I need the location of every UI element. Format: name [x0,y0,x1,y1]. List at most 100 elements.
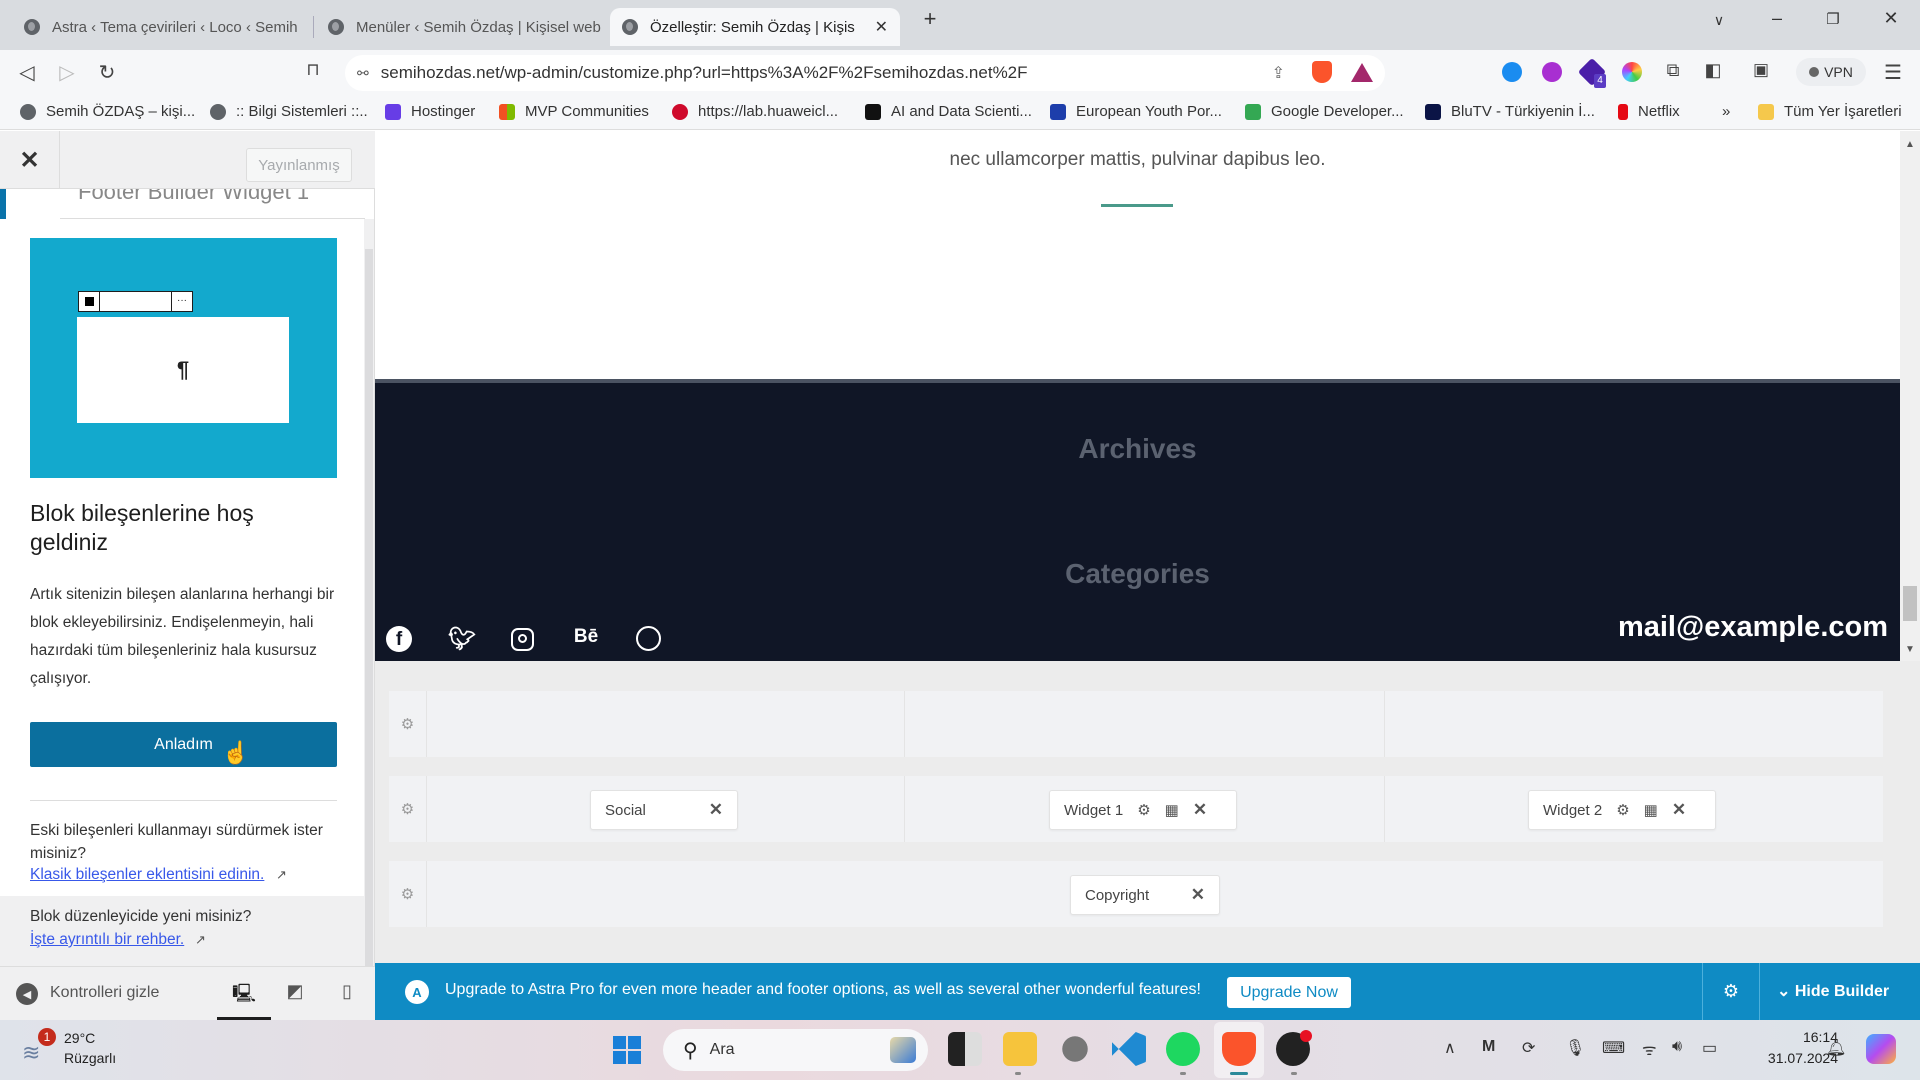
weather-temperature[interactable]: 29°C [64,1030,95,1046]
bookmarks-overflow-button[interactable]: » [1722,103,1730,120]
scrollbar-thumb[interactable] [365,249,373,989]
back-button[interactable]: ◁ [14,60,40,85]
keyboard-icon[interactable]: ⌨ [1602,1038,1625,1058]
browser-tab[interactable]: Astra ‹ Tema çevirileri ‹ Loco ‹ Semih [12,8,312,46]
classic-widgets-link[interactable]: Klasik bileşenler eklentisini edinin. [30,866,264,884]
upgrade-now-button[interactable]: Upgrade Now [1227,977,1351,1008]
facebook-icon[interactable]: f [386,626,412,652]
reload-button[interactable]: ↻ [94,60,120,85]
row-settings-gear-icon[interactable]: ⚙ [389,861,427,927]
builder-item-widget-2[interactable]: Widget 2 ⚙ ▦ ✕ [1528,790,1716,830]
browser-tab[interactable]: Menüler ‹ Semih Özdaş | Kişisel web [316,8,606,46]
back-button-edge[interactable] [0,189,6,219]
publish-button[interactable]: Yayınlanmış [246,148,352,182]
sync-icon[interactable]: ⟳ [1522,1038,1535,1058]
footer-email[interactable]: mail@example.com [1618,611,1888,644]
url-text[interactable]: semihozdas.net/wp-admin/customize.php?ur… [381,63,1028,83]
bookmark-item[interactable]: https://lab.huaweicl... [672,103,838,120]
hide-builder-button[interactable]: ⌄ Hide Builder [1777,981,1889,1001]
twitter-icon[interactable]: 🐦︎ [448,626,476,652]
vpn-button[interactable]: VPN [1796,58,1866,86]
wifi-icon[interactable]: ᯤ [1642,1038,1657,1060]
wallet-icon[interactable]: ▣ [1748,60,1774,80]
bookmark-item[interactable]: Hostinger [385,103,475,120]
browser-tab-active[interactable]: Özelleştir: Semih Özdaş | Kişisel ✕ [610,8,900,46]
scrollbar-thumb[interactable] [1903,586,1917,621]
close-window-button[interactable]: ✕ [1876,8,1906,29]
microphone-icon[interactable]: 🎙︎ [1565,1038,1585,1058]
builder-row-primary[interactable]: ⚙ Social ✕ Widget 1 ⚙ ▦ ✕ Widget 2 ⚙ ▦ ✕ [389,776,1883,842]
close-customizer-button[interactable]: ✕ [0,131,60,189]
copilot-icon[interactable] [1866,1034,1896,1064]
tray-app-icon[interactable]: M [1482,1038,1495,1056]
bookmark-icon[interactable]: ⊓ [300,60,326,80]
brave-icon[interactable] [1222,1032,1256,1066]
instagram-icon[interactable] [511,628,534,651]
t-extension-icon[interactable] [1622,62,1642,82]
taskbar-search[interactable]: ⚲ Ara [663,1029,928,1071]
scroll-down-arrow-icon[interactable]: ▼ [1905,644,1915,655]
mobile-preview-icon[interactable]: ▯ [335,981,359,1005]
spotify-icon[interactable] [1166,1032,1200,1066]
show-hidden-icons-chevron-icon[interactable]: ∧ [1444,1038,1456,1058]
sidebar-toggle-icon[interactable]: ◧ [1700,60,1726,81]
builder-item-widget-1[interactable]: Widget 1 ⚙ ▦ ✕ [1049,790,1237,830]
remove-item-icon[interactable]: ✕ [1672,800,1686,820]
tablet-preview-icon[interactable]: ◩ [283,981,307,1005]
behance-icon[interactable]: Bē [573,626,599,652]
bookmark-item[interactable]: European Youth Por... [1050,103,1222,120]
desktop-preview-icon[interactable]: 🖳 [232,981,256,1005]
start-button[interactable] [613,1036,641,1064]
dribbble-icon[interactable] [636,626,661,651]
restore-button[interactable]: ❐ [1818,10,1848,28]
close-tab-icon[interactable]: ✕ [865,17,888,37]
row-settings-gear-icon[interactable]: ⚙ [389,776,427,842]
sidebar-scrollbar[interactable] [364,219,374,1019]
scroll-up-arrow-icon[interactable]: ▲ [1905,139,1915,150]
item-widget-icon[interactable]: ▦ [1165,801,1179,819]
builder-settings-gear-icon[interactable]: ⚙ [1702,963,1760,1020]
bookmark-item[interactable]: AI and Data Scienti... [865,103,1032,120]
shazam-extension-icon[interactable] [1502,62,1522,82]
notifications-bell-icon[interactable]: 🔔︎ [1826,1038,1846,1058]
unity-icon[interactable] [1062,1036,1088,1062]
vscode-icon[interactable] [1112,1032,1146,1066]
extensions-puzzle-icon[interactable]: ⧉ [1660,60,1686,81]
minimize-button[interactable]: – [1762,8,1792,29]
bookmark-item[interactable]: BluTV - Türkiyenin İ... [1425,103,1595,120]
got-it-button[interactable]: Anladım [30,722,337,767]
preview-scrollbar[interactable]: ▲ ▼ [1900,131,1920,661]
bookmark-item[interactable]: Semih ÖZDAŞ – kişi... [20,103,195,120]
brave-rewards-icon[interactable] [1351,63,1373,82]
forward-button[interactable]: ▷ [54,60,80,85]
task-view-icon[interactable] [948,1032,982,1066]
bookmark-item[interactable]: :: Bilgi Sistemleri ::.. [210,103,368,120]
remove-item-icon[interactable]: ✕ [1193,800,1207,820]
builder-item-social[interactable]: Social ✕ [590,790,738,830]
brave-shield-icon[interactable] [1312,61,1332,83]
file-explorer-icon[interactable] [1003,1032,1037,1066]
builder-row-above[interactable]: ⚙ [389,691,1883,757]
all-bookmarks-folder[interactable]: Tüm Yer İşaretleri [1758,103,1902,120]
volume-icon[interactable]: 🔊︎ [1672,1038,1682,1056]
new-tab-button[interactable]: + [915,6,945,32]
bookmark-item[interactable]: Google Developer... [1245,103,1404,120]
remove-item-icon[interactable]: ✕ [1191,885,1205,905]
collapse-arrow-icon[interactable]: ◀ [16,983,38,1005]
builder-row-below[interactable]: ⚙ Copyright ✕ [389,861,1883,927]
item-settings-gear-icon[interactable]: ⚙ [1616,801,1629,819]
address-bar[interactable]: ⚯ semihozdas.net/wp-admin/customize.php?… [345,55,1385,91]
hide-controls-button[interactable]: Kontrolleri gizle [50,984,159,1002]
item-settings-gear-icon[interactable]: ⚙ [1137,801,1150,819]
menu-icon[interactable]: ☰ [1880,60,1906,85]
weather-condition[interactable]: Rüzgarlı [64,1050,116,1066]
bookmark-item[interactable]: MVP Communities [499,103,649,120]
remove-item-icon[interactable]: ✕ [709,800,723,820]
site-settings-icon[interactable]: ⚯ [357,65,369,82]
bookmark-item[interactable]: Netflix [1618,103,1680,120]
share-icon[interactable]: ⇪ [1272,63,1285,83]
item-widget-icon[interactable]: ▦ [1644,801,1658,819]
tab-search-chevron-icon[interactable]: ∨ [1704,12,1734,29]
lr-extension-icon[interactable] [1542,62,1562,82]
guide-link[interactable]: İşte ayrıntılı bir rehber. [30,931,184,949]
